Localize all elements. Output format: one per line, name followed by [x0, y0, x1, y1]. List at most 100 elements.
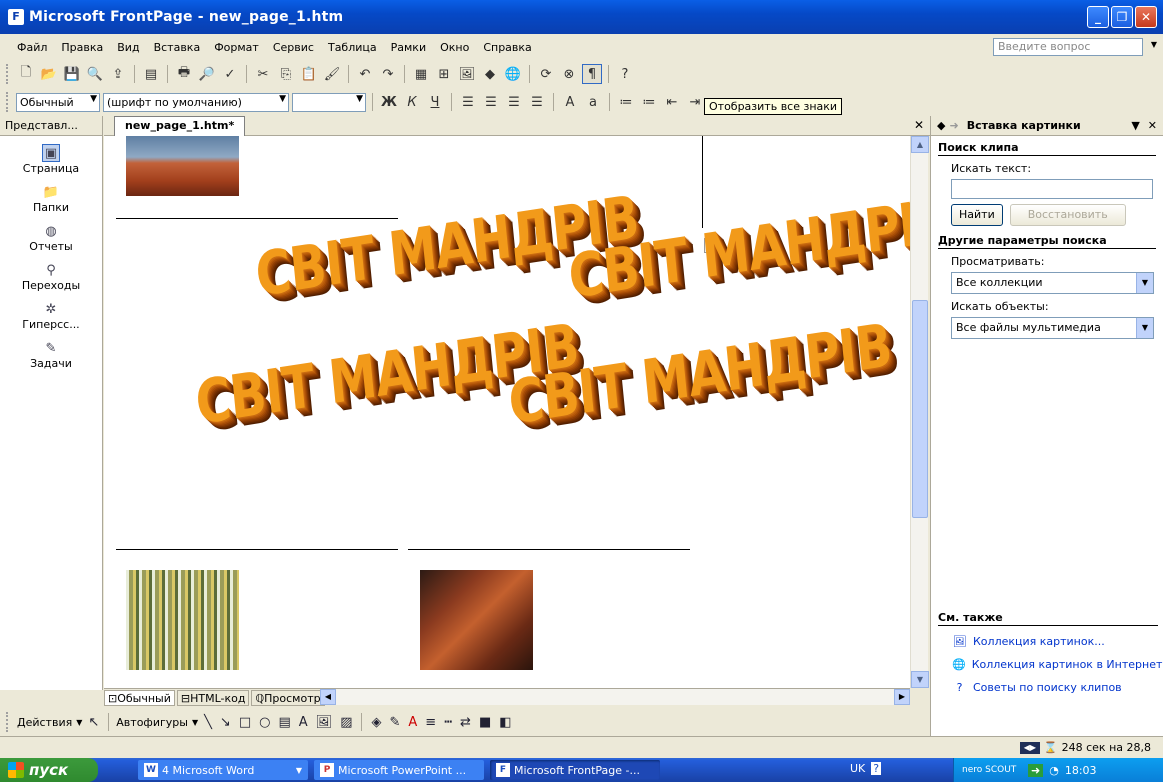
align-right-icon[interactable]: ☰ [504, 92, 524, 112]
canyon-photo[interactable] [420, 570, 533, 670]
align-left-icon[interactable]: ☰ [458, 92, 478, 112]
media-types-select[interactable]: Все файлы мультимедиа ▼ [951, 317, 1154, 339]
search-icon[interactable]: 🔍 [85, 64, 105, 84]
views-header[interactable]: Представл... [0, 116, 102, 136]
arch-photo[interactable] [126, 136, 239, 196]
clips-online-link[interactable]: 🌐 Коллекция картинок в Интернет [952, 657, 1162, 672]
autoshapes-menu[interactable]: Автофигуры [116, 716, 188, 729]
3d-icon[interactable]: ◧ [497, 715, 513, 730]
view-navigation[interactable]: ⚲ Переходы [0, 261, 102, 293]
collections-select[interactable]: Все коллекции ▼ [951, 272, 1154, 294]
menu-frames[interactable]: Рамки [384, 39, 433, 56]
cut-icon[interactable]: ✂ [253, 64, 273, 84]
save-icon[interactable]: 💾 [62, 64, 82, 84]
menu-tools[interactable]: Сервис [266, 39, 321, 56]
help-icon[interactable]: ? [615, 64, 635, 84]
format-painter-icon[interactable]: 🖌 [322, 64, 342, 84]
menu-edit[interactable]: Правка [54, 39, 110, 56]
clip-organizer-link[interactable]: 🖼 Коллекция картинок... [952, 634, 1158, 649]
italic-icon[interactable]: К [402, 92, 422, 112]
hyperlink-icon[interactable]: 🌐 [503, 64, 523, 84]
vertical-scrollbar[interactable]: ▲ ▼ [910, 136, 929, 688]
oval-icon[interactable]: ○ [257, 715, 272, 730]
spelling-icon[interactable]: ✓ [220, 64, 240, 84]
font-size-dropdown[interactable]: ▼ [292, 92, 366, 112]
view-tasks[interactable]: ✎ Задачи [0, 339, 102, 371]
redo-icon[interactable]: ↷ [378, 64, 398, 84]
increase-indent-icon[interactable]: ⇥ [685, 92, 705, 112]
wordart-icon[interactable]: A [297, 715, 310, 730]
tab-preview[interactable]: ℚПросмотр [251, 689, 325, 706]
network-icon[interactable]: ➜ [1028, 763, 1044, 777]
select-arrow-icon[interactable]: ↖ [86, 715, 101, 730]
menu-table[interactable]: Таблица [321, 39, 384, 56]
scroll-right-icon[interactable]: ▶ [894, 689, 910, 705]
task-word[interactable]: W 4 Microsoft Word ▼ [138, 760, 308, 780]
horizontal-rule[interactable] [408, 549, 690, 550]
copy-icon[interactable]: ⎘ [276, 64, 296, 84]
toggle-pane-icon[interactable]: ▤ [141, 64, 161, 84]
view-page[interactable]: ▣ Страница [0, 144, 102, 175]
publish-icon[interactable]: ⇪ [108, 64, 128, 84]
language-indicator[interactable]: UK ? [850, 762, 882, 775]
show-all-icon[interactable]: ¶ [582, 64, 602, 84]
minimize-button[interactable]: _ [1087, 6, 1109, 28]
open-icon[interactable]: 📂 [39, 64, 59, 84]
tab-html[interactable]: ⊟HTML-код [176, 689, 250, 706]
shadow-icon[interactable]: ■ [477, 715, 493, 730]
editor-page[interactable]: 📋 СВІТ МАНДРІВ СВІТ МАНДРІВ СВІТ МАНДРІВ… [104, 136, 910, 688]
menu-window[interactable]: Окно [433, 39, 476, 56]
refresh-icon[interactable]: ⟳ [536, 64, 556, 84]
close-document-icon[interactable]: ✕ [914, 118, 924, 132]
insert-table-icon[interactable]: ⊞ [434, 64, 454, 84]
menu-file[interactable]: Файл [10, 39, 54, 56]
print-icon[interactable]: 🖶 [174, 64, 194, 84]
toolbar-grip[interactable] [6, 64, 9, 84]
increase-font-icon[interactable]: A [560, 92, 580, 112]
nero-scout-icon[interactable]: nero SCOUT [962, 765, 1022, 775]
new-page-icon[interactable]: 🗋 [16, 64, 36, 84]
menu-insert[interactable]: Вставка [147, 39, 208, 56]
forest-photo[interactable] [126, 570, 239, 670]
tab-normal[interactable]: ⊡Обычный [104, 689, 175, 706]
scroll-thumb[interactable] [912, 300, 928, 518]
search-input[interactable] [951, 179, 1153, 199]
preview-icon[interactable]: 🔎 [197, 64, 217, 84]
view-folders[interactable]: 📁 Папки [0, 183, 102, 215]
style-dropdown[interactable]: Обычный ▼ [16, 92, 100, 112]
restore-button[interactable]: Восстановить [1009, 204, 1126, 226]
font-dropdown[interactable]: (шрифт по умолчанию) ▼ [103, 92, 289, 112]
back-icon[interactable]: ◆ [937, 119, 945, 132]
menu-view[interactable]: Вид [110, 39, 146, 56]
arrow-style-icon[interactable]: ⇄ [458, 715, 473, 730]
scroll-left-icon[interactable]: ◀ [320, 689, 336, 705]
undo-icon[interactable]: ↶ [355, 64, 375, 84]
restore-button[interactable]: ❐ [1111, 6, 1133, 28]
chevron-down-icon[interactable]: ▼ [76, 718, 82, 727]
picture-icon[interactable]: ▨ [338, 715, 354, 730]
scroll-down-icon[interactable]: ▼ [911, 671, 929, 688]
ask-question-input[interactable]: Введите вопрос [993, 38, 1143, 56]
menu-help[interactable]: Справка [476, 39, 538, 56]
find-button[interactable]: Найти [951, 204, 1003, 226]
toolbar-grip[interactable] [6, 712, 9, 732]
clipart-icon[interactable]: 🖼 [314, 715, 335, 730]
insert-picture-icon[interactable]: 🖼 [457, 64, 477, 84]
ask-dropdown-icon[interactable]: ▼ [1151, 40, 1157, 49]
paste-icon[interactable]: 📋 [299, 64, 319, 84]
dash-style-icon[interactable]: ┅ [442, 715, 454, 730]
justify-icon[interactable]: ☰ [527, 92, 547, 112]
arrow-icon[interactable]: ↘ [218, 715, 233, 730]
rectangle-icon[interactable]: □ [237, 715, 253, 730]
chevron-down-icon[interactable]: ▼ [192, 718, 198, 727]
start-button[interactable]: пуск [0, 758, 98, 782]
underline-icon[interactable]: Ч [425, 92, 445, 112]
drawing-icon[interactable]: ◆ [480, 64, 500, 84]
fill-color-icon[interactable]: ◈ [369, 715, 383, 730]
clock[interactable]: 18:03 [1065, 764, 1097, 777]
horizontal-rule[interactable] [116, 549, 398, 550]
view-hyperlinks[interactable]: ✲ Гиперсс... [0, 300, 102, 332]
line-color-icon[interactable]: ✎ [387, 715, 402, 730]
toolbar-grip[interactable] [6, 92, 9, 112]
numbering-icon[interactable]: ≔ [616, 92, 636, 112]
